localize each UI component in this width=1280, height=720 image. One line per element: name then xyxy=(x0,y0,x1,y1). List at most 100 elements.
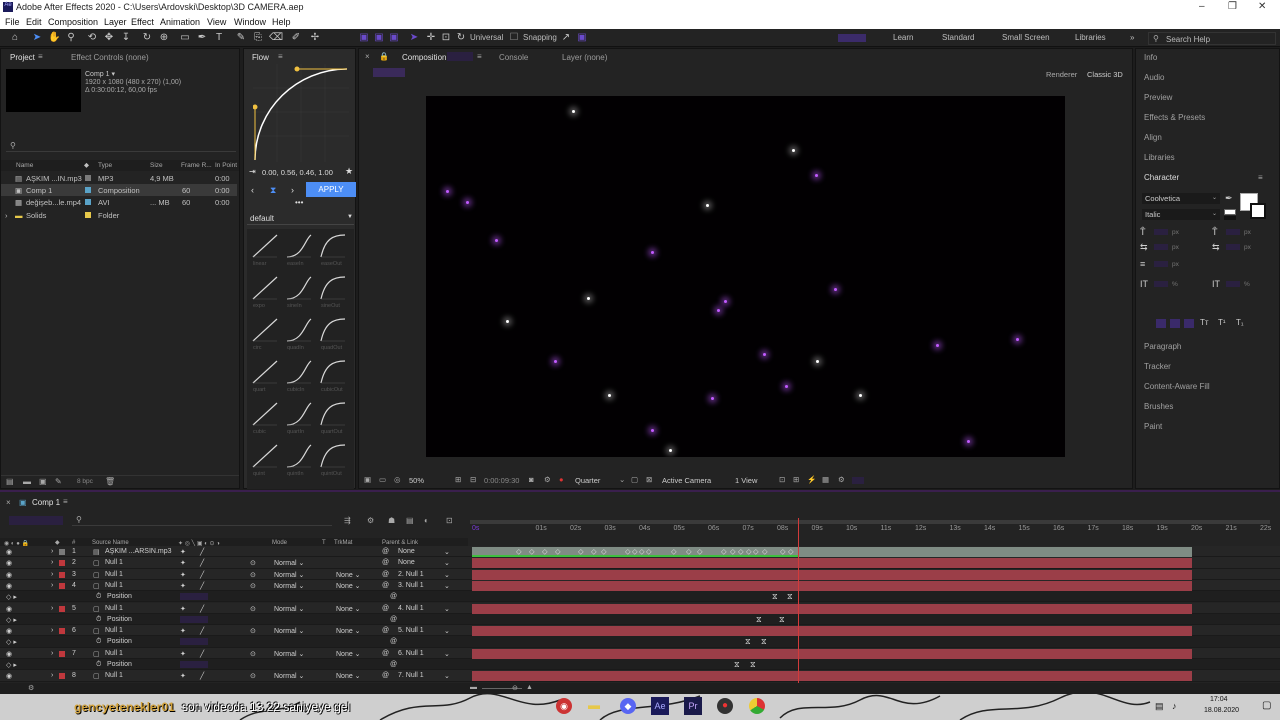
pickwhip-icon[interactable]: @ xyxy=(390,616,397,623)
keyframe-icon[interactable]: ⧖ xyxy=(772,592,778,602)
shy-switch-icon[interactable]: ✦ xyxy=(180,650,186,658)
home-icon[interactable]: ⌂ xyxy=(9,32,21,44)
layer-duration-bar[interactable] xyxy=(472,626,1192,637)
resolution-dropdown[interactable]: Quarter xyxy=(575,476,600,485)
expand-arrow-icon[interactable]: › xyxy=(51,548,53,555)
pickwhip-icon[interactable]: @ xyxy=(390,593,397,600)
menu-composition[interactable]: Composition xyxy=(48,17,98,27)
safe-zones-icon[interactable]: ⊞ xyxy=(455,475,461,484)
expand-arrow-icon[interactable]: › xyxy=(51,571,53,578)
col-in-point[interactable]: In Point xyxy=(215,162,237,169)
quality-switch-icon[interactable]: ╱ xyxy=(200,650,204,658)
blend-mode-dropdown[interactable]: Normal ⌄ xyxy=(274,605,304,613)
rotate-axis-icon[interactable]: ↻ xyxy=(455,32,467,44)
layer-search-input[interactable]: ⚲ xyxy=(72,515,332,526)
toggle-pixel-icon[interactable]: ⊡ xyxy=(779,475,785,484)
parent-dropdown[interactable]: 4. Null 1 xyxy=(398,605,424,612)
char-param-value[interactable] xyxy=(1154,261,1168,267)
fast-preview-icon[interactable]: ⚡ xyxy=(807,475,816,484)
menu-edit[interactable]: Edit xyxy=(26,17,42,27)
draft-3d-icon[interactable]: ▦ xyxy=(822,475,829,484)
keyframe-icon[interactable]: ⧖ xyxy=(750,660,756,670)
stopwatch-icon[interactable]: ⏱ xyxy=(96,593,101,601)
panel-menu-icon[interactable]: ≡ xyxy=(278,52,283,61)
stopwatch-icon[interactable]: ⏱ xyxy=(96,638,101,646)
black-swatch[interactable] xyxy=(1224,216,1236,220)
brush-tool-icon[interactable]: ✎ xyxy=(235,32,247,44)
property-row[interactable]: ◇ ▸ ⏱ Position @ xyxy=(0,613,1280,626)
keyframe-icon[interactable]: ⧖ xyxy=(787,592,793,602)
property-name[interactable]: Position xyxy=(107,593,132,600)
label-color[interactable] xyxy=(59,571,65,578)
parent-dropdown[interactable]: 6. Null 1 xyxy=(398,650,424,657)
volume-icon[interactable]: ♪ xyxy=(1172,701,1177,711)
menu-effect[interactable]: Effect xyxy=(131,17,154,27)
property-name[interactable]: Position xyxy=(107,661,132,668)
visibility-eye-icon[interactable]: ◉ xyxy=(6,571,12,579)
show-snapshot-icon[interactable]: ⚙ xyxy=(544,475,551,484)
expand-arrow-icon[interactable]: › xyxy=(5,211,8,220)
quality-switch-icon[interactable]: ╱ xyxy=(200,559,204,567)
layer-duration-bar[interactable] xyxy=(472,569,1192,580)
menu-animation[interactable]: Animation xyxy=(160,17,200,27)
char-param-value[interactable] xyxy=(1226,229,1240,235)
clone-tool-icon[interactable]: ⎘ xyxy=(252,32,264,44)
panel-menu-icon[interactable]: ≡ xyxy=(477,52,482,61)
trkmat-dropdown[interactable]: None ⌄ xyxy=(336,571,361,579)
menu-file[interactable]: File xyxy=(5,17,20,27)
hourglass-icon[interactable]: ⧗ xyxy=(270,185,276,196)
parent-dropdown[interactable]: 2. Null 1 xyxy=(398,571,424,578)
keyframe-icon[interactable]: ⧖ xyxy=(779,615,785,625)
pickwhip-icon[interactable]: @ xyxy=(382,627,389,634)
3d-layer-icon[interactable]: ⊙ xyxy=(250,650,256,658)
next-icon[interactable]: › xyxy=(291,185,294,195)
stopwatch-icon[interactable]: ⏱ xyxy=(96,661,101,669)
subscript-icon[interactable]: T₁ xyxy=(1236,318,1244,327)
pickwhip-icon[interactable]: @ xyxy=(382,571,389,578)
trkmat-dropdown[interactable]: None ⌄ xyxy=(336,672,361,680)
char-param-value[interactable] xyxy=(1226,281,1240,287)
rectangle-tool-icon[interactable]: ▭ xyxy=(179,32,191,44)
pickwhip-icon[interactable]: @ xyxy=(382,559,389,566)
tab-composition[interactable]: Composition xyxy=(402,53,446,62)
pickwhip-icon[interactable]: @ xyxy=(382,548,389,555)
view-axis-icon[interactable]: ▣ xyxy=(388,32,400,44)
trkmat-dropdown[interactable]: None ⌄ xyxy=(336,605,361,613)
panel-paragraph[interactable]: Paragraph xyxy=(1144,342,1181,351)
apply-button[interactable]: APPLY xyxy=(306,182,356,197)
tab-comp-1[interactable]: Comp 1 xyxy=(32,498,60,507)
small-caps-icon[interactable]: Tт xyxy=(1200,318,1209,327)
layer-name[interactable]: Null 1 xyxy=(105,627,123,634)
preview-icon[interactable]: ◎ xyxy=(394,475,401,484)
prev-icon[interactable]: ‹ xyxy=(251,185,254,195)
ease-preset-cubic[interactable]: cubic xyxy=(251,401,281,439)
eyedropper-icon[interactable]: ✒ xyxy=(1225,193,1233,204)
zoom-dropdown[interactable]: 50% xyxy=(409,476,424,485)
col-frame-rate[interactable]: Frame R... xyxy=(181,162,212,169)
type-tool-icon[interactable]: T xyxy=(213,32,225,44)
pickwhip-icon[interactable]: @ xyxy=(390,661,397,668)
label-color[interactable] xyxy=(59,628,65,635)
interpret-footage-icon[interactable]: ▤ xyxy=(6,477,14,486)
tab-flow[interactable]: Flow xyxy=(252,53,269,62)
layer-name[interactable]: Null 1 xyxy=(105,672,123,679)
transparency-grid-icon[interactable]: ⊠ xyxy=(646,475,652,484)
premiere-taskbar-icon[interactable]: Pr xyxy=(684,697,702,715)
workspace-default-tab[interactable] xyxy=(838,34,866,42)
after-effects-taskbar-icon[interactable]: Ae xyxy=(651,697,669,715)
layer-duration-bar[interactable] xyxy=(472,580,1192,591)
trash-icon[interactable]: 🗑 xyxy=(105,477,115,486)
file-explorer-icon[interactable]: ▬ xyxy=(588,698,604,714)
panel-tracker[interactable]: Tracker xyxy=(1144,362,1171,371)
local-axis-icon[interactable]: ▣ xyxy=(358,32,370,44)
ease-preset-quart[interactable]: quart xyxy=(251,359,281,397)
tab-console[interactable]: Console xyxy=(499,53,528,62)
expand-arrow-icon[interactable]: › xyxy=(51,672,53,679)
ease-preset-quadOut[interactable]: quadOut xyxy=(319,317,349,355)
parent-dropdown[interactable]: 5. Null 1 xyxy=(398,627,424,634)
blend-mode-dropdown[interactable]: Normal ⌄ xyxy=(274,672,304,680)
favorite-star-icon[interactable]: ★ xyxy=(345,166,353,177)
chrome-icon[interactable] xyxy=(749,698,765,714)
trkmat-dropdown[interactable]: None ⌄ xyxy=(336,650,361,658)
keyframe-icon[interactable]: ⧖ xyxy=(745,637,751,647)
